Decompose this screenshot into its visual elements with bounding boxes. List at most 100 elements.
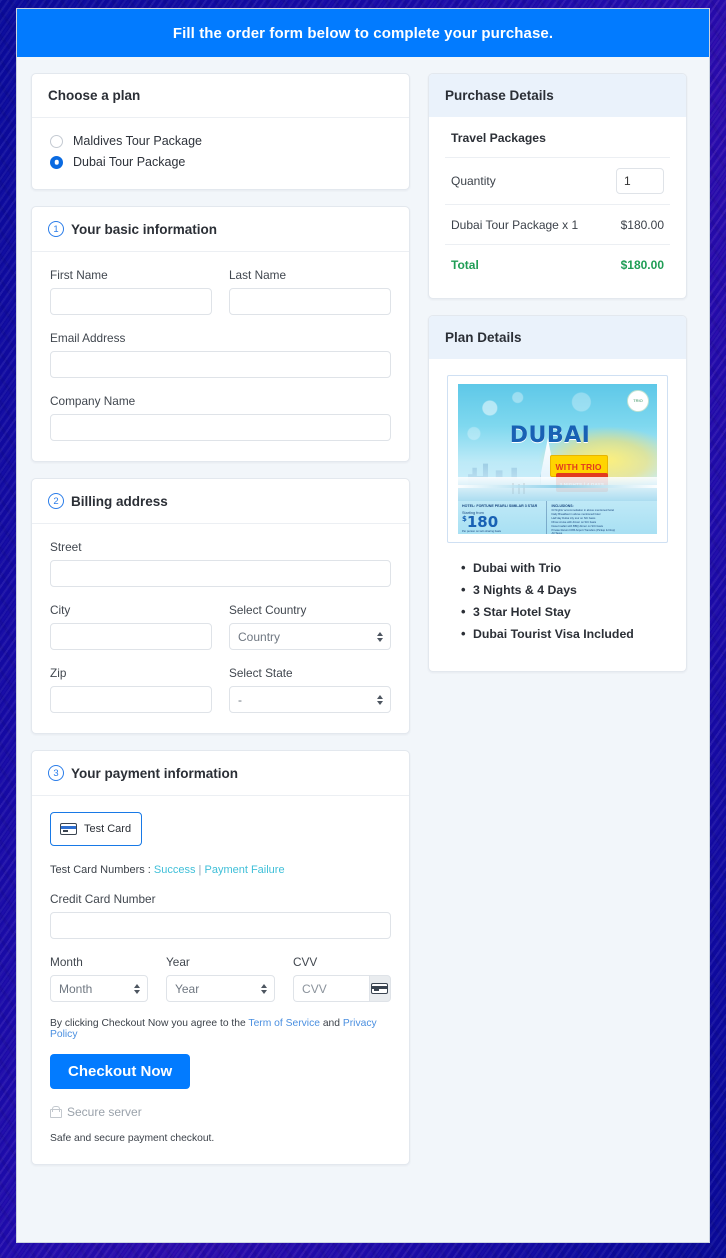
term-of-service-link[interactable]: Term of Service — [248, 1018, 320, 1029]
poster-inclusion-item: All Taxes — [551, 532, 563, 534]
terms-mid: and — [319, 1018, 343, 1029]
test-card-tab-label: Test Card — [84, 823, 132, 835]
cvv-input[interactable] — [293, 975, 369, 1002]
credit-card-number-input[interactable] — [50, 912, 391, 939]
company-input[interactable] — [50, 414, 391, 441]
step-number-badge: 2 — [48, 493, 64, 509]
street-input[interactable] — [50, 560, 391, 587]
company-group: Company Name — [50, 394, 391, 441]
chevron-updown-icon — [133, 983, 140, 994]
secure-server-text: Secure server — [67, 1105, 142, 1119]
city-label: City — [50, 603, 71, 617]
credit-card-number-group: Credit Card Number — [50, 892, 391, 939]
company-label: Company Name — [50, 394, 136, 408]
credit-card-icon — [371, 983, 389, 994]
line-item-row: Dubai Tour Package x 1 $180.00 — [445, 204, 670, 244]
plan-feature-list: Dubai with Trio 3 Nights & 4 Days 3 Star… — [461, 560, 668, 641]
terms-text: By clicking Checkout Now you agree to th… — [50, 1018, 391, 1040]
state-select[interactable]: - — [229, 686, 391, 713]
billing-address-body: Street City Select Country Country Zip S… — [32, 524, 409, 733]
purchase-details-card: Purchase Details Travel Packages Quantit… — [428, 73, 687, 299]
basic-information-header: 1 Your basic information — [32, 207, 409, 252]
poster-seal-badge: TRIO — [627, 390, 649, 412]
purchase-details-body: Travel Packages Quantity Dubai Tour Pack… — [429, 117, 686, 298]
cvv-label: CVV — [293, 955, 318, 969]
test-card-numbers: Test Card Numbers : Success | Payment Fa… — [50, 864, 391, 876]
credit-card-number-label: Credit Card Number — [50, 892, 156, 906]
country-group: Select Country Country — [229, 603, 391, 650]
choose-plan-header: Choose a plan — [32, 74, 409, 118]
zip-label: Zip — [50, 666, 67, 680]
plan-feature-item: 3 Nights & 4 Days — [461, 582, 668, 597]
quantity-label: Quantity — [451, 174, 496, 188]
step-number-badge: 1 — [48, 221, 64, 237]
country-label: Select Country — [229, 603, 307, 617]
payment-information-header: 3 Your payment information — [32, 751, 409, 796]
city-input[interactable] — [50, 623, 212, 650]
content-area: Choose a plan Maldives Tour Package Duba… — [17, 57, 709, 1181]
last-name-group: Last Name — [229, 268, 391, 315]
test-card-tab[interactable]: Test Card — [50, 812, 142, 846]
test-card-success-link[interactable]: Success — [154, 864, 196, 876]
email-input[interactable] — [50, 351, 391, 378]
plan-feature-item: Dubai with Trio — [461, 560, 668, 575]
basic-information-card: 1 Your basic information First Name Last… — [31, 206, 410, 462]
poster-footer: HOTEL: FORTUNE PEARL/ SIMILAR 3 STAR Sta… — [458, 501, 657, 534]
purchase-details-header: Purchase Details — [429, 74, 686, 117]
billing-address-title: Billing address — [71, 493, 168, 509]
poster-price: $180 — [462, 515, 542, 530]
poster-ribbon-text: WITH TRIO — [555, 461, 602, 472]
total-amount: $180.00 — [620, 257, 664, 272]
plan-feature-item: Dubai Tourist Visa Included — [461, 626, 668, 641]
test-card-failure-link[interactable]: Payment Failure — [204, 864, 284, 876]
state-label: Select State — [229, 666, 293, 680]
right-column: Purchase Details Travel Packages Quantit… — [428, 73, 687, 688]
quantity-row: Quantity — [445, 157, 670, 204]
secure-server-row: Secure server — [50, 1105, 391, 1119]
street-group: Street — [50, 540, 391, 587]
radio-maldives[interactable] — [50, 134, 63, 148]
cvv-card-icon-button[interactable] — [368, 975, 391, 1002]
lock-icon — [50, 1106, 62, 1118]
poster-fine-print: Per person on twin sharing basis — [462, 530, 501, 534]
banner-title: Fill the order form below to complete yo… — [172, 24, 554, 42]
plan-details-body: TRIO DUBAI WITH TRIO 3 NIGHTS / 4 DAYS — [429, 359, 686, 671]
radio-dubai[interactable] — [50, 155, 63, 169]
choose-plan-title: Choose a plan — [48, 88, 141, 103]
checkout-page: Fill the order form below to complete yo… — [16, 8, 710, 1243]
state-group: Select State - — [229, 666, 391, 713]
test-card-numbers-prefix: Test Card Numbers : — [50, 864, 154, 876]
zip-input[interactable] — [50, 686, 212, 713]
first-name-label: First Name — [50, 268, 108, 282]
first-name-input[interactable] — [50, 288, 212, 315]
basic-information-body: First Name Last Name Email Address Compa… — [32, 252, 409, 461]
plan-option-label: Dubai Tour Package — [73, 155, 186, 169]
plan-option-dubai[interactable]: Dubai Tour Package — [50, 155, 391, 169]
safe-checkout-note: Safe and secure payment checkout. — [50, 1133, 215, 1144]
step-number-badge: 3 — [48, 765, 64, 781]
payment-information-body: Test Card Test Card Numbers : Success | … — [32, 796, 409, 1164]
email-group: Email Address — [50, 331, 391, 378]
zip-group: Zip — [50, 666, 212, 713]
checkout-now-button[interactable]: Checkout Now — [50, 1054, 191, 1089]
plan-details-card: Plan Details TRIO DUBAI WITH TRIO HOTEL:… — [428, 315, 687, 672]
year-select[interactable]: Year — [165, 975, 276, 1002]
total-row: Total $180.00 — [445, 244, 670, 284]
plan-option-maldives[interactable]: Maldives Tour Package — [50, 134, 391, 148]
dubai-poster-image: TRIO DUBAI WITH TRIO 3 NIGHTS / 4 DAYS — [458, 384, 657, 534]
cvv-group: CVV — [293, 955, 391, 1002]
city-group: City — [50, 603, 212, 650]
quantity-input[interactable] — [616, 168, 664, 194]
billing-address-card: 2 Billing address Street City Select Cou… — [31, 478, 410, 734]
line-item-label: Dubai Tour Package x 1 — [451, 217, 579, 232]
plan-option-label: Maldives Tour Package — [73, 134, 203, 148]
poster-hotel-text: HOTEL: FORTUNE PEARL/ SIMILAR 3 STAR — [462, 504, 538, 508]
poster-title: DUBAI — [509, 423, 591, 448]
street-label: Street — [50, 540, 82, 554]
last-name-label: Last Name — [229, 268, 287, 282]
month-group: Month Month — [50, 955, 148, 1002]
chevron-updown-icon — [377, 631, 383, 642]
last-name-input[interactable] — [229, 288, 391, 315]
basic-information-title: Your basic information — [71, 221, 218, 237]
country-select[interactable]: Country — [229, 623, 391, 650]
